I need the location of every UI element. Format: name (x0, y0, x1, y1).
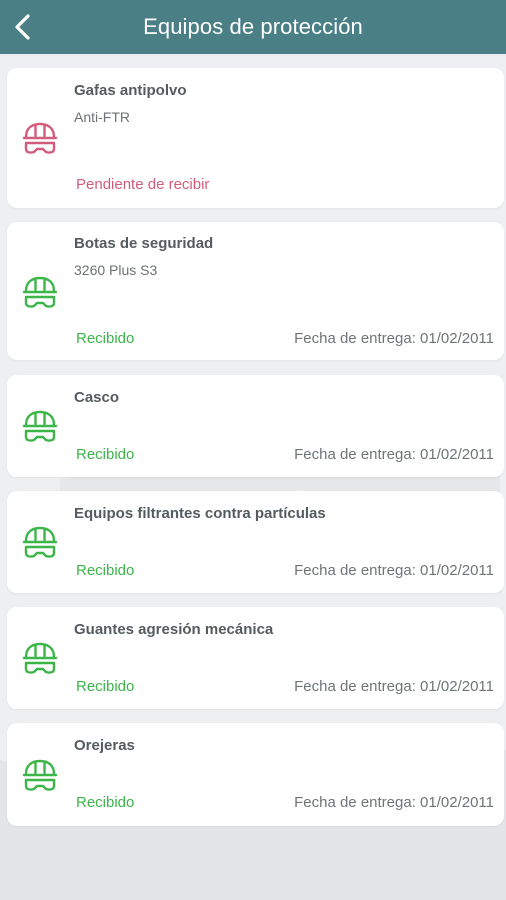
status-label: Recibido (76, 678, 135, 695)
equipment-card[interactable]: Guantes agresión mecánica Recibido Fecha… (7, 607, 504, 709)
page-title: Equipos de protección (143, 14, 363, 39)
hardhat-goggles-icon (22, 526, 58, 558)
chevron-left-icon (15, 14, 30, 40)
equipment-card[interactable]: Gafas antipolvo Anti-FTR Pendiente de re… (7, 68, 504, 208)
status-label: Recibido (76, 446, 135, 463)
status-label: Recibido (76, 562, 135, 579)
delivery-date: Fecha de entrega: 01/02/2011 (294, 794, 494, 811)
delivery-date: Fecha de entrega: 01/02/2011 (294, 446, 494, 463)
equipment-name: Guantes agresión mecánica (74, 621, 274, 638)
equipment-model: 3260 Plus S3 (74, 262, 158, 278)
equipment-name: Gafas antipolvo (74, 82, 187, 99)
app-header: Equipos de protección (0, 0, 506, 54)
equipment-card[interactable]: Equipos filtrantes contra partículas Rec… (7, 491, 504, 593)
back-button[interactable] (6, 9, 40, 45)
hardhat-goggles-icon (22, 410, 58, 442)
status-label: Recibido (76, 330, 135, 347)
delivery-date: Fecha de entrega: 01/02/2011 (294, 562, 494, 579)
equipment-card[interactable]: Botas de seguridad 3260 Plus S3 Recibido… (7, 222, 504, 360)
equipment-name: Equipos filtrantes contra partículas (74, 505, 326, 522)
equipment-card[interactable]: Casco Recibido Fecha de entrega: 01/02/2… (7, 375, 504, 477)
hardhat-goggles-icon (22, 122, 58, 154)
hardhat-goggles-icon (22, 759, 58, 791)
delivery-date: Fecha de entrega: 01/02/2011 (294, 678, 494, 695)
equipment-name: Botas de seguridad (74, 235, 214, 252)
equipment-card[interactable]: Orejeras Recibido Fecha de entrega: 01/0… (7, 723, 504, 826)
status-label: Recibido (76, 794, 135, 811)
hardhat-goggles-icon (22, 276, 58, 308)
status-label: Pendiente de recibir (76, 176, 210, 193)
equipment-name: Casco (74, 389, 120, 406)
delivery-date: Fecha de entrega: 01/02/2011 (294, 330, 494, 347)
equipment-name: Orejeras (74, 737, 135, 754)
hardhat-goggles-icon (22, 642, 58, 674)
equipment-model: Anti-FTR (74, 109, 130, 125)
